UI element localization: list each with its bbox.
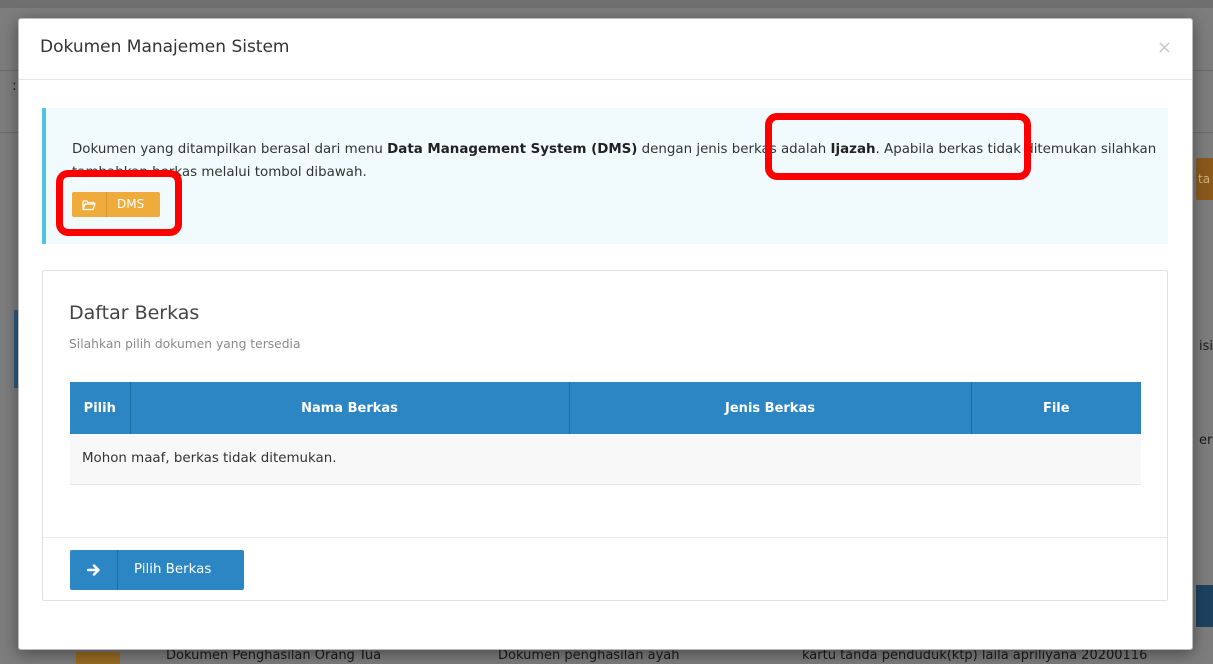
modal-title: Dokumen Manajemen Sistem xyxy=(40,37,290,57)
background-cell: kartu tanda penduduk(ktp) laila apriliya… xyxy=(802,648,1148,663)
annotation-highlight-jenis-berkas xyxy=(765,113,1031,180)
column-header-file: File xyxy=(971,382,1141,434)
panel-footer: Pilih Berkas xyxy=(43,537,1167,601)
background-text: er xyxy=(1199,433,1213,448)
annotation-highlight-dms-button xyxy=(56,170,182,236)
panel-title: Daftar Berkas xyxy=(69,302,200,324)
background-colon: : xyxy=(12,78,17,94)
background-topbar xyxy=(0,0,1213,8)
background-blue-button xyxy=(1196,585,1213,627)
pilih-berkas-label: Pilih Berkas xyxy=(134,562,212,577)
modal-header: Dokumen Manajemen Sistem × xyxy=(19,19,1192,80)
file-table: Pilih Nama Berkas Jenis Berkas File Moho… xyxy=(70,382,1141,485)
background-orange-button: ta xyxy=(1196,158,1213,200)
background-row-icon xyxy=(76,652,120,664)
panel-subtitle: Silahkan pilih dokumen yang tersedia xyxy=(69,337,301,351)
close-icon[interactable]: × xyxy=(1157,39,1172,57)
column-header-jenis-berkas: Jenis Berkas xyxy=(569,382,972,434)
column-header-pilih: Pilih xyxy=(70,382,131,434)
file-list-panel: Daftar Berkas Silahkan pilih dokumen yan… xyxy=(42,270,1168,601)
table-row: Mohon maaf, berkas tidak ditemukan. xyxy=(70,434,1141,485)
pilih-berkas-button[interactable]: Pilih Berkas xyxy=(70,550,244,590)
empty-message: Mohon maaf, berkas tidak ditemukan. xyxy=(70,434,1141,485)
table-header-row: Pilih Nama Berkas Jenis Berkas File xyxy=(70,382,1141,434)
background-table-row: Dokumen Penghasilan Orang Tua Dokumen pe… xyxy=(0,648,1213,664)
column-header-nama-berkas: Nama Berkas xyxy=(130,382,570,434)
background-cell: Dokumen penghasilan ayah xyxy=(498,648,680,663)
arrow-right-icon xyxy=(70,550,118,590)
background-text: isi xyxy=(1199,339,1213,354)
background-cell: Dokumen Penghasilan Orang Tua xyxy=(166,648,382,663)
